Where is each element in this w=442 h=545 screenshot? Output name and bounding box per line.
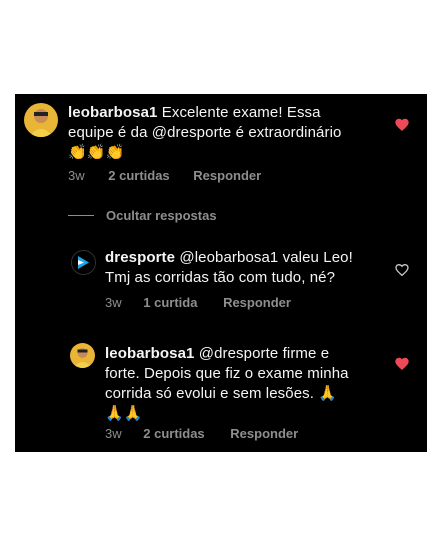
reply-text-line1: @leobarbosa1 valeu Leo! — [179, 249, 353, 266]
reply-meta: 3w 2 curtidas Responder — [105, 426, 298, 441]
timestamp: 3w — [105, 426, 122, 441]
comments-panel: leobarbosa1 Excelente exame! Essa equipe… — [15, 94, 427, 452]
timestamp: 3w — [105, 295, 122, 310]
likes-count[interactable]: 2 curtidas — [143, 426, 204, 441]
reply-body: leobarbosa1 @dresporte firme e forte. De… — [105, 344, 395, 424]
reply-button[interactable]: Responder — [230, 426, 298, 441]
avatar-leobarbosa1[interactable] — [24, 103, 58, 137]
username-link[interactable]: leobarbosa1 — [68, 104, 157, 121]
hide-replies-button[interactable]: Ocultar respostas — [106, 208, 217, 223]
comment-text-line1: Excelente exame! Essa — [161, 104, 321, 121]
comment-meta: 3w 2 curtidas Responder — [68, 168, 261, 183]
username-link[interactable]: dresporte — [105, 249, 175, 266]
comment-body: leobarbosa1 Excelente exame! Essa equipe… — [68, 103, 398, 163]
reply-meta: 3w 1 curtida Responder — [105, 295, 291, 310]
username-link[interactable]: leobarbosa1 — [105, 345, 194, 362]
reply-text-line1: @dresporte firme e — [198, 345, 330, 362]
reply-text-line2: Tmj as corridas tão com tudo, né? — [105, 269, 336, 286]
comment-emoji: 👏👏👏 — [68, 144, 125, 161]
divider-line — [68, 215, 94, 216]
avatar-leobarbosa1[interactable] — [70, 343, 95, 368]
dresporte-logo-icon — [72, 251, 95, 274]
likes-count[interactable]: 2 curtidas — [108, 168, 169, 183]
heart-filled-icon[interactable] — [394, 117, 410, 133]
reply-text-line2: forte. Depois que fiz o exame minha — [105, 365, 349, 382]
comment-text-line2: equipe é da @dresporte é extraordinário — [68, 124, 342, 141]
reply-emoji: 🙏🙏 — [105, 405, 143, 422]
likes-count[interactable]: 1 curtida — [143, 295, 197, 310]
reply-button[interactable]: Responder — [223, 295, 291, 310]
reply-button[interactable]: Responder — [193, 168, 261, 183]
reply-body: dresporte @leobarbosa1 valeu Leo! Tmj as… — [105, 248, 395, 288]
reply-text-line3: corrida só evolui e sem lesões. 🙏 — [105, 385, 338, 402]
heart-outline-icon[interactable] — [394, 262, 410, 278]
timestamp: 3w — [68, 168, 85, 183]
avatar-dresporte[interactable] — [71, 250, 96, 275]
heart-filled-icon[interactable] — [394, 356, 410, 372]
